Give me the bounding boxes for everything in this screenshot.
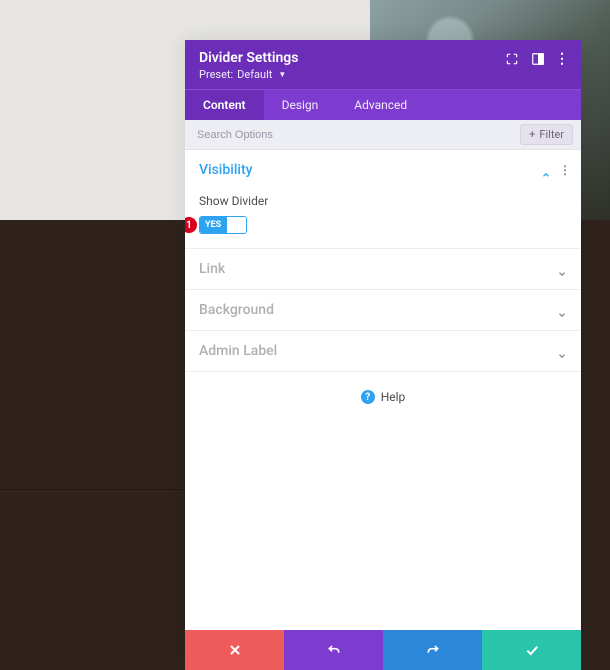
section-more-icon[interactable]: ⋮ <box>559 168 567 172</box>
save-button[interactable] <box>482 630 581 670</box>
show-divider-label: Show Divider <box>199 194 567 208</box>
section-visibility-content: Show Divider 1 YES <box>185 194 581 248</box>
divider-settings-modal: Divider Settings Preset: Default ▼ ⋮ Con… <box>185 40 581 670</box>
expand-icon[interactable] <box>505 52 519 66</box>
chevron-down-icon <box>557 264 567 274</box>
preset-value: Default <box>237 68 272 81</box>
section-background: Background <box>185 290 581 331</box>
undo-button[interactable] <box>284 630 383 670</box>
section-link-title: Link <box>199 261 225 277</box>
modal-body: Visibility ⋮ Show Divider 1 YES <box>185 150 581 630</box>
section-visibility-title: Visibility <box>199 162 252 178</box>
modal-footer <box>185 630 581 670</box>
chevron-down-icon <box>557 346 567 356</box>
section-background-header[interactable]: Background <box>185 290 581 330</box>
section-visibility-header[interactable]: Visibility ⋮ <box>185 150 581 190</box>
bg-divider-line <box>0 489 185 490</box>
plus-icon: + <box>529 128 535 141</box>
section-admin-label-header[interactable]: Admin Label <box>185 331 581 371</box>
tab-design[interactable]: Design <box>264 90 337 120</box>
page-background: Divider Settings Preset: Default ▼ ⋮ Con… <box>0 0 610 670</box>
redo-icon <box>425 642 441 658</box>
chevron-up-icon <box>541 165 551 175</box>
preset-prefix: Preset: <box>199 68 233 81</box>
section-link: Link <box>185 249 581 290</box>
header-titles: Divider Settings Preset: Default ▼ <box>199 50 298 81</box>
section-visibility: Visibility ⋮ Show Divider 1 YES <box>185 150 581 249</box>
help-icon: ? <box>361 390 375 404</box>
help-link[interactable]: ? Help <box>185 372 581 422</box>
search-bar: + Filter <box>185 120 581 150</box>
cancel-button[interactable] <box>185 630 284 670</box>
annotation-badge-1: 1 <box>185 217 197 233</box>
section-visibility-controls: ⋮ <box>541 165 567 175</box>
redo-button[interactable] <box>383 630 482 670</box>
filter-label: Filter <box>539 128 564 141</box>
modal-header: Divider Settings Preset: Default ▼ ⋮ <box>185 40 581 89</box>
undo-icon <box>326 642 342 658</box>
tab-advanced[interactable]: Advanced <box>336 90 425 120</box>
header-actions: ⋮ <box>505 52 567 66</box>
check-icon <box>524 642 540 658</box>
tab-content[interactable]: Content <box>185 90 264 120</box>
chevron-down-icon <box>557 305 567 315</box>
preset-selector[interactable]: Preset: Default ▼ <box>199 68 298 81</box>
modal-title: Divider Settings <box>199 50 298 66</box>
snap-right-icon[interactable] <box>531 52 545 66</box>
more-icon[interactable]: ⋮ <box>557 52 567 66</box>
tabs: Content Design Advanced <box>185 89 581 120</box>
show-divider-row: 1 YES <box>199 216 567 234</box>
search-input[interactable] <box>197 129 520 141</box>
section-link-header[interactable]: Link <box>185 249 581 289</box>
help-label: Help <box>381 390 406 404</box>
filter-button[interactable]: + Filter <box>520 124 573 145</box>
show-divider-toggle[interactable]: YES <box>199 216 247 234</box>
close-icon <box>227 642 243 658</box>
section-admin-label: Admin Label <box>185 331 581 372</box>
toggle-knob <box>226 217 246 233</box>
section-admin-label-title: Admin Label <box>199 343 277 359</box>
toggle-label: YES <box>200 217 226 233</box>
caret-down-icon: ▼ <box>278 70 286 79</box>
section-background-title: Background <box>199 302 274 318</box>
